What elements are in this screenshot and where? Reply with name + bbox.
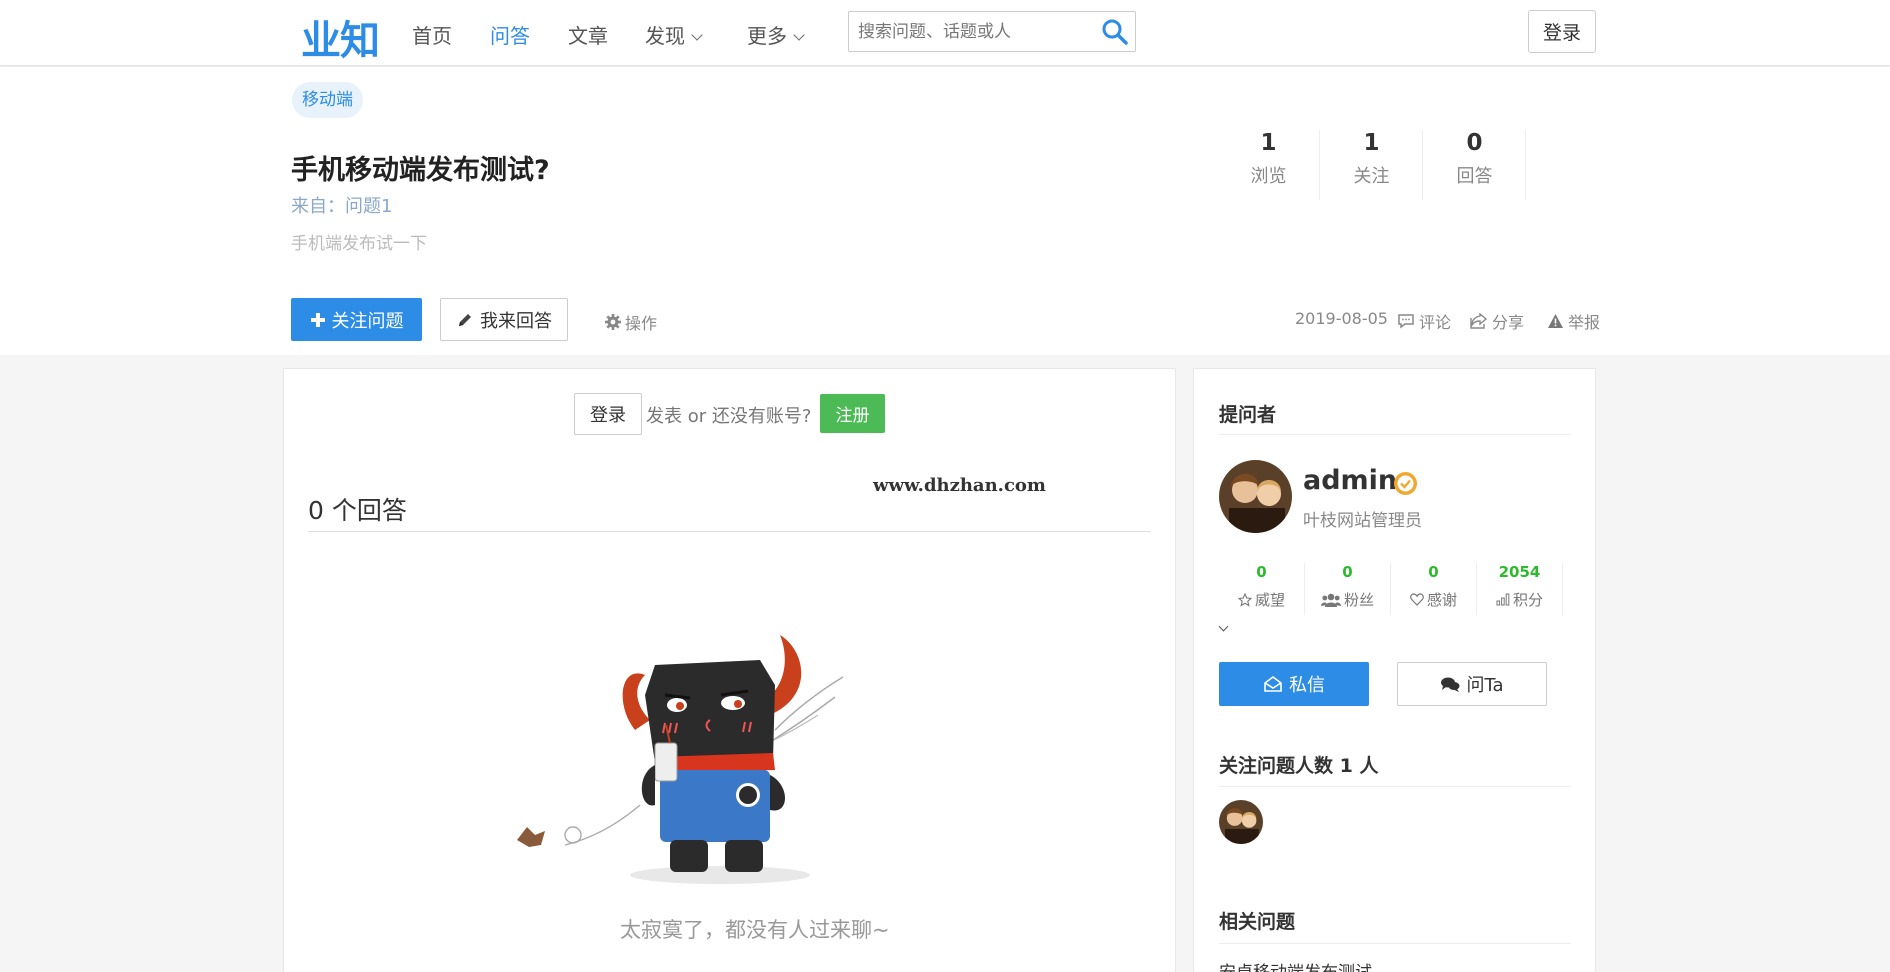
user-stat-label: 感谢 bbox=[1391, 589, 1476, 610]
stat-value: 1 bbox=[1260, 130, 1277, 156]
user-stat-value: 0 bbox=[1342, 563, 1353, 581]
watermark-text: www.dhzhan.com bbox=[873, 475, 1046, 496]
plus-icon bbox=[310, 312, 325, 327]
gear-icon bbox=[605, 314, 621, 330]
panel-login-button[interactable]: 登录 bbox=[574, 393, 642, 435]
stat-answers: 0 回答 bbox=[1424, 130, 1526, 200]
user-stat-value: 2054 bbox=[1498, 563, 1541, 581]
comment-icon bbox=[1398, 314, 1414, 329]
ask-user-button[interactable]: 问Ta bbox=[1397, 662, 1547, 706]
search-box bbox=[848, 11, 1136, 52]
chevron-down-icon bbox=[691, 29, 703, 41]
login-button[interactable]: 登录 bbox=[1528, 10, 1596, 53]
user-stat-label-text: 粉丝 bbox=[1343, 591, 1374, 609]
user-stat-label: 积分 bbox=[1477, 589, 1562, 610]
empty-state-text: 太寂寞了，都没有人过来聊~ bbox=[620, 918, 890, 942]
question-date: 2019-08-05 bbox=[1295, 309, 1388, 328]
pencil-icon bbox=[459, 313, 471, 326]
divider bbox=[308, 531, 1151, 532]
private-message-button[interactable]: 私信 bbox=[1219, 662, 1369, 706]
divider bbox=[1219, 786, 1571, 787]
comment-link[interactable]: 评论 bbox=[1397, 309, 1451, 333]
nav-link-more-label: 更多 bbox=[747, 24, 787, 48]
divider bbox=[1219, 434, 1571, 435]
avatar-photo bbox=[1219, 460, 1292, 533]
stat-value: 0 bbox=[1466, 130, 1483, 156]
asker-heading: 提问者 bbox=[1219, 404, 1277, 426]
stat-label: 浏览 bbox=[1250, 166, 1287, 187]
stat-views: 1 浏览 bbox=[1218, 130, 1320, 200]
nav-link-articles[interactable]: 文章 bbox=[568, 20, 608, 49]
report-link[interactable]: 举报 bbox=[1547, 309, 1600, 333]
answer-count-heading: 0 个回答 bbox=[308, 496, 407, 525]
bar-chart-icon bbox=[1496, 593, 1510, 606]
stat-value: 1 bbox=[1363, 130, 1380, 156]
question-header bbox=[0, 67, 1890, 355]
user-stat-value: 0 bbox=[1428, 563, 1439, 581]
question-title: 手机移动端发布测试? bbox=[291, 155, 550, 186]
top-navbar: 业知 首页 问答 文章 发现 更多 登录 bbox=[0, 0, 1890, 66]
nav-link-home[interactable]: 首页 bbox=[412, 20, 452, 49]
user-stat-prestige: 0 威望 bbox=[1219, 563, 1305, 615]
user-avatar[interactable] bbox=[1219, 460, 1292, 533]
stat-label: 回答 bbox=[1456, 166, 1493, 187]
empty-state-mascot-illustration bbox=[517, 635, 844, 884]
comment-label: 评论 bbox=[1419, 313, 1452, 332]
user-role: 叶枝网站管理员 bbox=[1303, 511, 1422, 531]
related-questions-heading: 相关问题 bbox=[1219, 911, 1296, 933]
divider bbox=[1219, 943, 1571, 944]
nav-link-discover[interactable]: 发现 bbox=[645, 20, 703, 49]
warning-icon bbox=[1548, 314, 1563, 328]
share-link[interactable]: 分享 bbox=[1470, 309, 1524, 333]
stat-follows: 1 关注 bbox=[1321, 130, 1423, 200]
user-name[interactable]: admin bbox=[1303, 465, 1397, 496]
heart-icon bbox=[1410, 593, 1424, 606]
login-prompt-text: 发表 or 还没有账号? bbox=[646, 406, 812, 427]
avatar-photo bbox=[1219, 800, 1263, 844]
nav-link-qa[interactable]: 问答 bbox=[490, 20, 530, 49]
related-question-link[interactable]: 安卓移动端发布测试 bbox=[1219, 958, 1372, 972]
follow-question-button[interactable]: 关注问题 bbox=[291, 298, 422, 341]
user-stat-thanks: 0 感谢 bbox=[1391, 563, 1477, 615]
follower-avatar[interactable] bbox=[1219, 800, 1263, 844]
operations-label: 操作 bbox=[625, 314, 658, 333]
share-label: 分享 bbox=[1492, 313, 1525, 332]
search-input[interactable] bbox=[849, 12, 1089, 51]
nav-link-more[interactable]: 更多 bbox=[747, 20, 805, 49]
chat-bubbles-icon bbox=[1441, 677, 1460, 692]
user-stat-fans: 0 粉丝 bbox=[1305, 563, 1391, 615]
star-icon bbox=[1237, 592, 1252, 607]
share-icon bbox=[1470, 313, 1488, 329]
user-stat-label: 威望 bbox=[1219, 589, 1304, 610]
envelope-icon bbox=[1264, 676, 1282, 692]
site-logo[interactable]: 业知 bbox=[301, 8, 380, 66]
operations-menu[interactable]: 操作 bbox=[604, 310, 657, 334]
report-label: 举报 bbox=[1568, 313, 1601, 332]
user-stat-label: 粉丝 bbox=[1305, 589, 1390, 610]
verified-badge-icon bbox=[1394, 472, 1417, 495]
ask-user-label: 问Ta bbox=[1466, 675, 1504, 696]
user-stat-value: 0 bbox=[1256, 563, 1267, 581]
topic-tag[interactable]: 移动端 bbox=[292, 82, 363, 118]
user-stat-points: 2054 积分 bbox=[1477, 563, 1563, 615]
question-source[interactable]: 来自：问题1 bbox=[291, 192, 392, 218]
stat-label: 关注 bbox=[1353, 166, 1390, 187]
follow-question-label: 关注问题 bbox=[331, 310, 404, 332]
user-stat-label-text: 感谢 bbox=[1426, 591, 1457, 609]
followers-heading: 关注问题人数 1 人 bbox=[1219, 755, 1379, 777]
chevron-down-icon bbox=[793, 29, 805, 41]
users-icon bbox=[1320, 593, 1341, 607]
user-stat-label-text: 威望 bbox=[1254, 591, 1285, 609]
question-description: 手机端发布试一下 bbox=[291, 234, 427, 254]
search-icon[interactable] bbox=[1101, 18, 1129, 46]
user-stat-label-text: 积分 bbox=[1512, 591, 1543, 609]
write-answer-button[interactable]: 我来回答 bbox=[440, 298, 568, 341]
register-button[interactable]: 注册 bbox=[820, 394, 885, 433]
nav-link-discover-label: 发现 bbox=[645, 24, 685, 48]
write-answer-label: 我来回答 bbox=[480, 310, 552, 332]
private-message-label: 私信 bbox=[1289, 675, 1325, 696]
